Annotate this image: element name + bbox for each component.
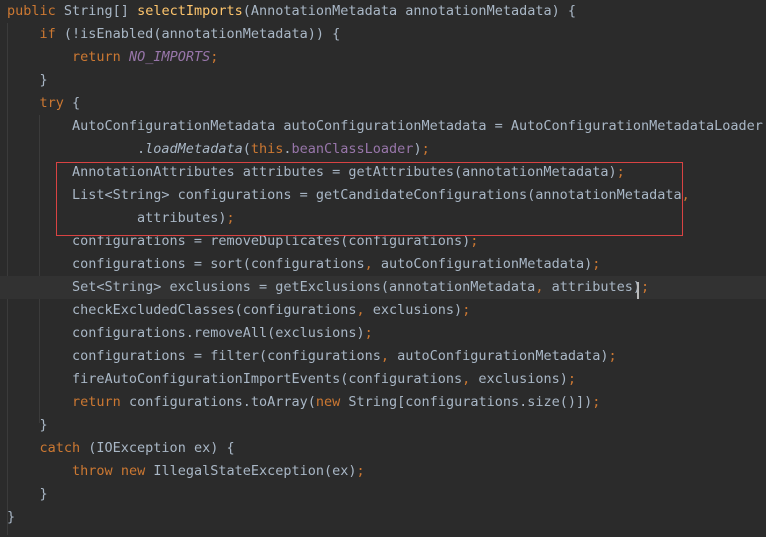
code-token: ; [592, 256, 601, 272]
code-token: if [39, 26, 56, 42]
code-line[interactable]: AutoConfigurationMetadata autoConfigurat… [0, 115, 766, 138]
code-token: ; [421, 141, 430, 157]
code-line[interactable]: return configurations.toArray(new String… [0, 391, 766, 414]
code-line[interactable]: } [0, 506, 766, 529]
code-line[interactable]: try { [0, 92, 766, 115]
code-line[interactable]: checkExcludedClasses(configurations, exc… [0, 299, 766, 322]
code-token: fireAutoConfigurationImportEvents(config… [7, 371, 463, 387]
code-token: checkExcludedClasses(configurations [7, 302, 357, 318]
code-line[interactable]: } [0, 69, 766, 92]
code-token: ; [608, 348, 617, 364]
code-token: , [364, 256, 373, 272]
code-token: String[configurations.size()]) [340, 394, 593, 410]
code-token: beanClassLoader [291, 141, 414, 157]
code-token: configurations.removeAll(exclusions) [7, 325, 365, 341]
code-token: (IOException ex) { [80, 440, 235, 456]
code-token: ; [641, 279, 650, 295]
code-token: try [39, 95, 64, 111]
code-token: } [7, 486, 48, 502]
code-token: return [72, 49, 121, 65]
code-line[interactable]: if (!isEnabled(annotationMetadata)) { [0, 23, 766, 46]
code-line[interactable]: configurations = sort(configurations, au… [0, 253, 766, 276]
code-editor[interactable]: public String[] selectImports(Annotation… [0, 0, 766, 537]
code-token: ; [567, 371, 576, 387]
code-token: exclusions) [364, 302, 463, 318]
code-token: configurations = filter(configurations [7, 348, 381, 364]
code-line[interactable]: fireAutoConfigurationImportEvents(config… [0, 368, 766, 391]
code-token: ; [356, 463, 365, 479]
code-token: ; [210, 49, 219, 65]
code-token: } [7, 417, 48, 433]
code-token: configurations.toArray( [120, 394, 316, 410]
code-token: (AnnotationMetadata annotationMetadata) … [242, 3, 576, 19]
code-token: loadMetadata [145, 141, 243, 157]
code-line[interactable]: configurations.removeAll(exclusions); [0, 322, 766, 345]
code-token: } [7, 72, 48, 88]
code-token: } [7, 509, 16, 525]
code-token: IllegalStateException(ex) [145, 463, 357, 479]
code-line[interactable]: throw new IllegalStateException(ex); [0, 460, 766, 483]
code-token: throw [72, 463, 113, 479]
code-token: . [7, 141, 146, 157]
code-token: catch [39, 440, 81, 456]
code-token: this [250, 141, 284, 157]
code-token: return [72, 394, 121, 410]
code-token: String[] [55, 3, 138, 19]
code-line[interactable]: catch (IOException ex) { [0, 437, 766, 460]
code-token: (!isEnabled(annotationMetadata)) { [55, 26, 341, 42]
code-token: , [380, 348, 390, 364]
code-line[interactable]: } [0, 483, 766, 506]
code-token: selectImports [137, 3, 243, 19]
code-token: new [315, 394, 341, 410]
text-cursor [637, 282, 639, 299]
code-token: ; [592, 394, 601, 410]
code-token: ; [462, 302, 471, 318]
code-token: { [63, 95, 81, 111]
highlight-box [56, 162, 683, 236]
code-token: ) [413, 141, 422, 157]
code-token: autoConfigurationMetadata) [372, 256, 593, 272]
code-token: ( [242, 141, 251, 157]
code-line[interactable]: } [0, 414, 766, 437]
code-token: Set<String> exclusions = getExclusions(a… [7, 279, 536, 295]
code-token: attributes) [543, 279, 641, 295]
code-token: , [356, 302, 365, 318]
code-token: autoConfigurationMetadata) [389, 348, 609, 364]
code-line[interactable]: public String[] selectImports(Annotation… [0, 0, 766, 23]
code-line[interactable]: Set<String> exclusions = getExclusions(a… [0, 276, 766, 299]
code-token: NO_IMPORTS [128, 49, 211, 65]
code-token: configurations = sort(configurations [7, 256, 365, 272]
code-token: exclusions) [470, 371, 568, 387]
code-token: public [7, 3, 56, 19]
code-line[interactable]: configurations = filter(configurations, … [0, 345, 766, 368]
code-token: ; [364, 325, 373, 341]
code-line[interactable]: .loadMetadata(this.beanClassLoader); [0, 138, 766, 161]
code-line[interactable]: return NO_IMPORTS; [0, 46, 766, 69]
code-token: new [120, 463, 146, 479]
code-token: . [283, 141, 292, 157]
code-token: AutoConfigurationMetadata autoConfigurat… [7, 118, 763, 134]
